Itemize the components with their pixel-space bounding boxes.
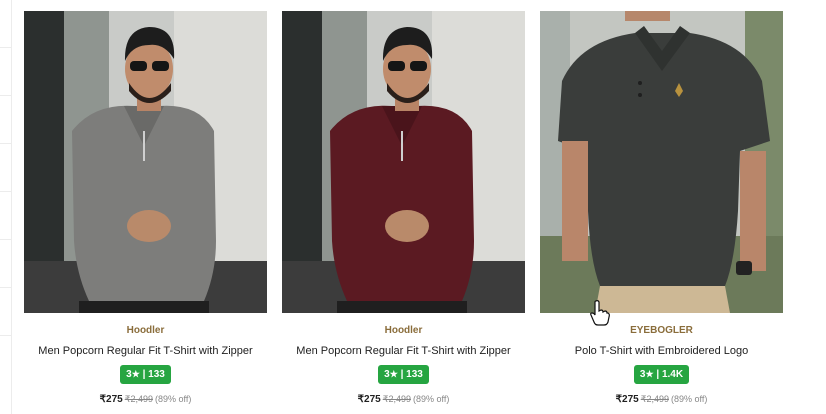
rating-count: 1.4K — [661, 369, 684, 380]
sidebar-divider — [0, 287, 11, 288]
product-card[interactable]: EYEBOGLER Polo T-Shirt with Embroidered … — [540, 11, 783, 414]
sidebar-divider — [0, 95, 11, 96]
sidebar-divider — [0, 239, 11, 240]
original-price: ₹2,499 — [124, 394, 153, 404]
star-icon: ★ — [389, 369, 398, 379]
price-row: ₹275 ₹2,499 (89% off) — [24, 392, 267, 406]
product-grid-page: Hoodler Men Popcorn Regular Fit T-Shirt … — [0, 0, 826, 414]
discount-label: (89% off) — [670, 394, 708, 404]
product-photo — [540, 11, 783, 313]
rating-badge: 3★ | 1.4K — [633, 365, 690, 384]
star-icon: ★ — [645, 369, 654, 379]
discount-label: (89% off) — [412, 394, 450, 404]
original-price: ₹2,499 — [640, 394, 669, 404]
sidebar-divider — [0, 191, 11, 192]
star-icon: ★ — [131, 369, 140, 379]
product-card[interactable]: Hoodler Men Popcorn Regular Fit T-Shirt … — [282, 11, 525, 414]
rating-separator: | — [142, 369, 146, 380]
product-image[interactable] — [24, 11, 267, 313]
product-brand: Hoodler — [126, 325, 165, 336]
product-card[interactable]: Hoodler Men Popcorn Regular Fit T-Shirt … — [24, 11, 267, 414]
sidebar-divider — [0, 335, 11, 336]
product-title[interactable]: Men Popcorn Regular Fit T-Shirt with Zip… — [282, 343, 525, 359]
product-title[interactable]: Men Popcorn Regular Fit T-Shirt with Zip… — [24, 343, 267, 359]
discount-label: (89% off) — [154, 394, 192, 404]
filter-sidebar — [0, 0, 12, 414]
product-photo — [24, 11, 267, 313]
product-brand: EYEBOGLER — [630, 325, 693, 336]
rating-separator: | — [656, 369, 660, 380]
rating-badge: 3★ | 133 — [378, 365, 429, 384]
price-row: ₹275 ₹2,499 (89% off) — [282, 392, 525, 406]
rating-count: 133 — [406, 369, 423, 380]
product-brand: Hoodler — [384, 325, 423, 336]
price-row: ₹275 ₹2,499 (89% off) — [540, 392, 783, 406]
hand-pointer-icon — [590, 300, 610, 326]
sidebar-divider — [0, 143, 11, 144]
product-photo — [282, 11, 525, 313]
rating-separator: | — [400, 369, 404, 380]
rating-count: 133 — [148, 369, 165, 380]
product-title[interactable]: Polo T-Shirt with Embroidered Logo — [540, 343, 783, 359]
product-image[interactable] — [540, 11, 783, 313]
rating-badge: 3★ | 133 — [120, 365, 171, 384]
selling-price: ₹275 — [357, 394, 381, 405]
original-price: ₹2,499 — [382, 394, 411, 404]
selling-price: ₹275 — [615, 394, 639, 405]
product-image[interactable] — [282, 11, 525, 313]
selling-price: ₹275 — [99, 394, 123, 405]
sidebar-divider — [0, 47, 11, 48]
